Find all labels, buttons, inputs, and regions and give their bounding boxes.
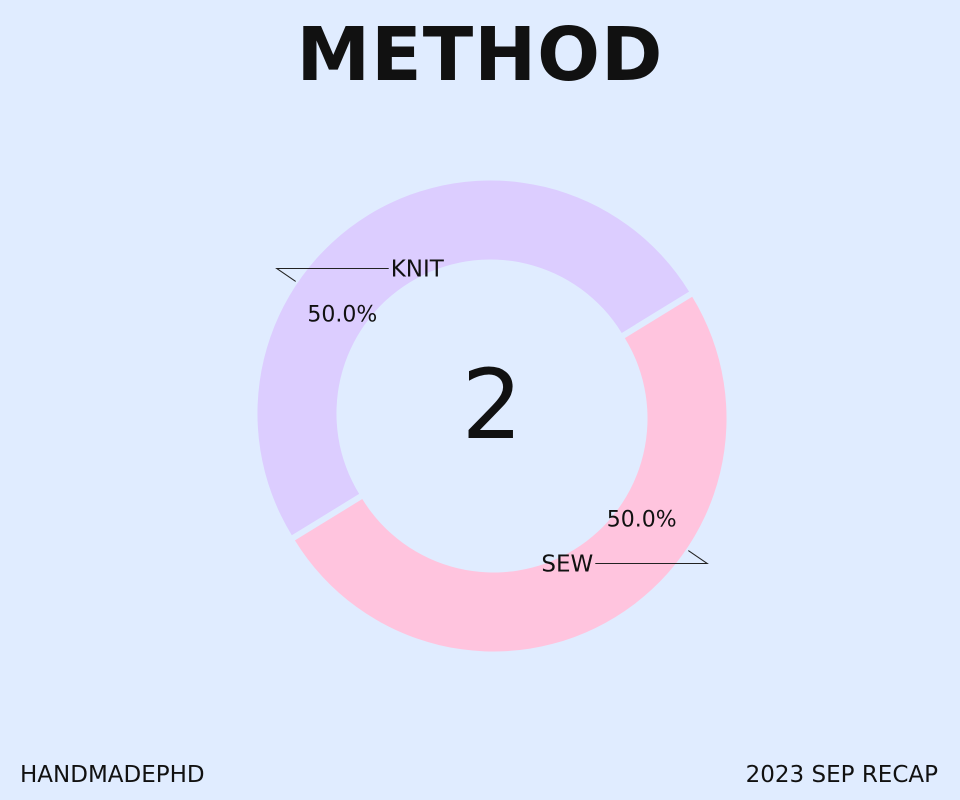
percent-label-sew: 50.0% <box>607 508 677 533</box>
percent-label-knit: 50.0% <box>307 302 377 327</box>
category-label-knit: KNIT <box>391 256 445 282</box>
footer-period: 2023 SEP RECAP <box>745 762 938 788</box>
center-value: 2 <box>461 349 522 461</box>
footer-brand: HANDMADEPHD <box>20 762 205 788</box>
recap-card: METHOD 50.0% KNIT 50.0% SEW 2 HANDMADEPHD 2… <box>0 0 960 800</box>
donut-chart: 50.0% KNIT 50.0% SEW 2 <box>257 180 727 652</box>
category-label-sew: SEW <box>541 552 593 578</box>
